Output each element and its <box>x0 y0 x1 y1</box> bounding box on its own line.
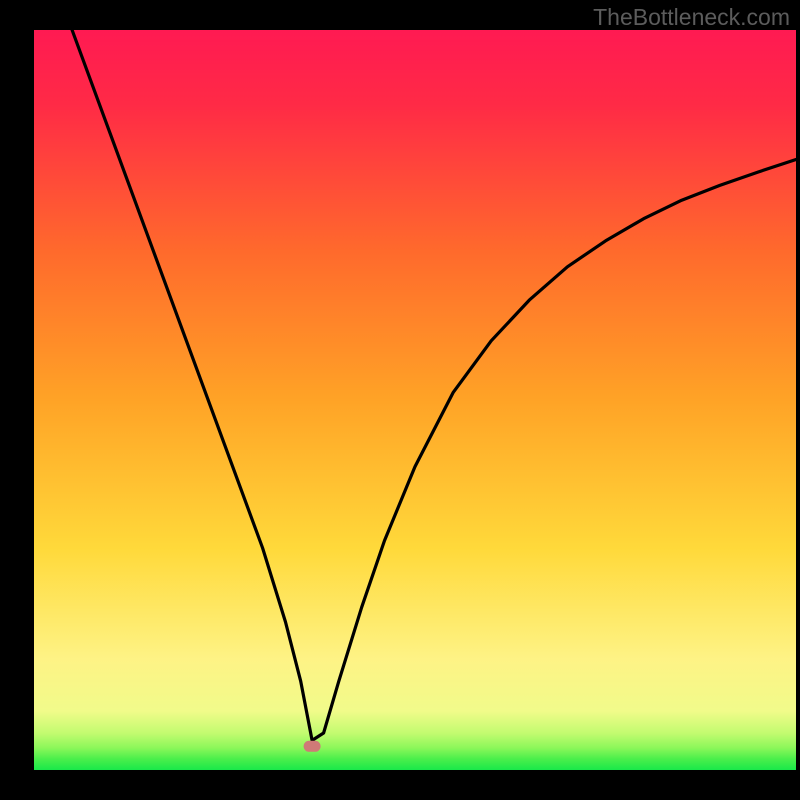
watermark-text: TheBottleneck.com <box>593 4 790 31</box>
gradient-background <box>34 30 796 770</box>
chart-frame: TheBottleneck.com <box>0 0 800 800</box>
bottleneck-chart <box>0 0 800 800</box>
optimal-point-marker <box>304 741 321 752</box>
